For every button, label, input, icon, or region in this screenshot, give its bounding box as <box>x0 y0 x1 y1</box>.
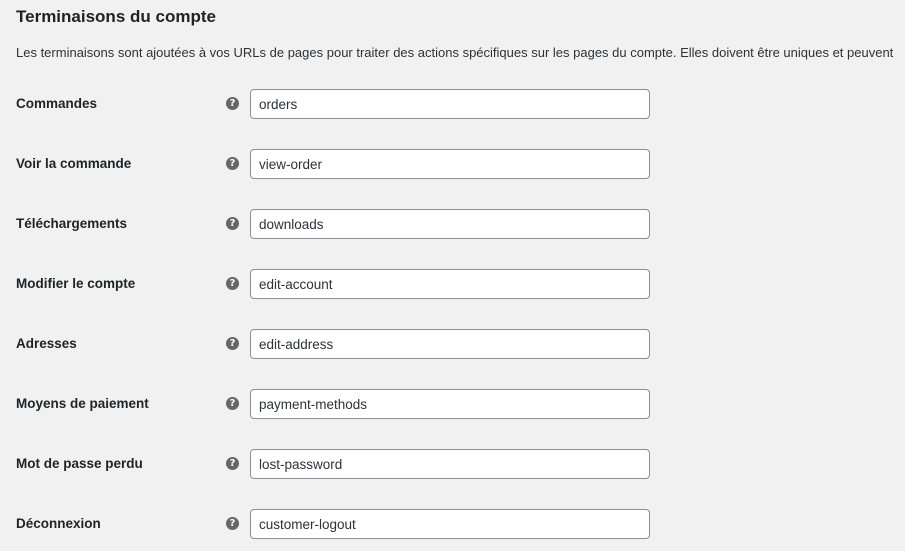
section-description: Les terminaisons sont ajoutées à vos URL… <box>16 45 894 60</box>
help-icon[interactable]: ? <box>226 517 239 530</box>
endpoint-input-downloads[interactable] <box>250 209 650 239</box>
endpoint-row-downloads: Téléchargements ? <box>0 209 905 239</box>
endpoint-input-orders[interactable] <box>250 89 650 119</box>
endpoint-row-orders: Commandes ? <box>0 89 905 119</box>
endpoint-label-downloads: Téléchargements <box>16 216 128 231</box>
endpoint-input-edit-address[interactable] <box>250 329 650 359</box>
help-icon[interactable]: ? <box>226 397 239 410</box>
help-icon[interactable]: ? <box>226 97 239 110</box>
endpoint-label-edit-address: Adresses <box>16 336 77 351</box>
endpoint-label-edit-account: Modifier le compte <box>16 276 136 291</box>
endpoint-label-customer-logout: Déconnexion <box>16 516 101 531</box>
endpoint-row-payment-methods: Moyens de paiement ? <box>0 389 905 419</box>
endpoint-row-edit-address: Adresses ? <box>0 329 905 359</box>
endpoint-label-lost-password: Mot de passe perdu <box>16 456 143 471</box>
endpoint-label-view-order: Voir la commande <box>16 156 132 171</box>
endpoint-input-edit-account[interactable] <box>250 269 650 299</box>
help-icon[interactable]: ? <box>226 157 239 170</box>
endpoint-row-view-order: Voir la commande ? <box>0 149 905 179</box>
help-icon[interactable]: ? <box>226 217 239 230</box>
endpoint-row-lost-password: Mot de passe perdu ? <box>0 449 905 479</box>
help-icon[interactable]: ? <box>226 457 239 470</box>
section-title: Terminaisons du compte <box>16 7 216 26</box>
endpoint-input-lost-password[interactable] <box>250 449 650 479</box>
account-endpoints-settings: Terminaisons du compte Les terminaisons … <box>0 0 905 551</box>
endpoint-row-customer-logout: Déconnexion ? <box>0 509 905 539</box>
endpoint-input-payment-methods[interactable] <box>250 389 650 419</box>
endpoint-row-edit-account: Modifier le compte ? <box>0 269 905 299</box>
endpoint-label-orders: Commandes <box>16 96 98 111</box>
help-icon[interactable]: ? <box>226 277 239 290</box>
endpoint-input-customer-logout[interactable] <box>250 509 650 539</box>
help-icon[interactable]: ? <box>226 337 239 350</box>
endpoint-input-view-order[interactable] <box>250 149 650 179</box>
endpoint-label-payment-methods: Moyens de paiement <box>16 396 149 411</box>
